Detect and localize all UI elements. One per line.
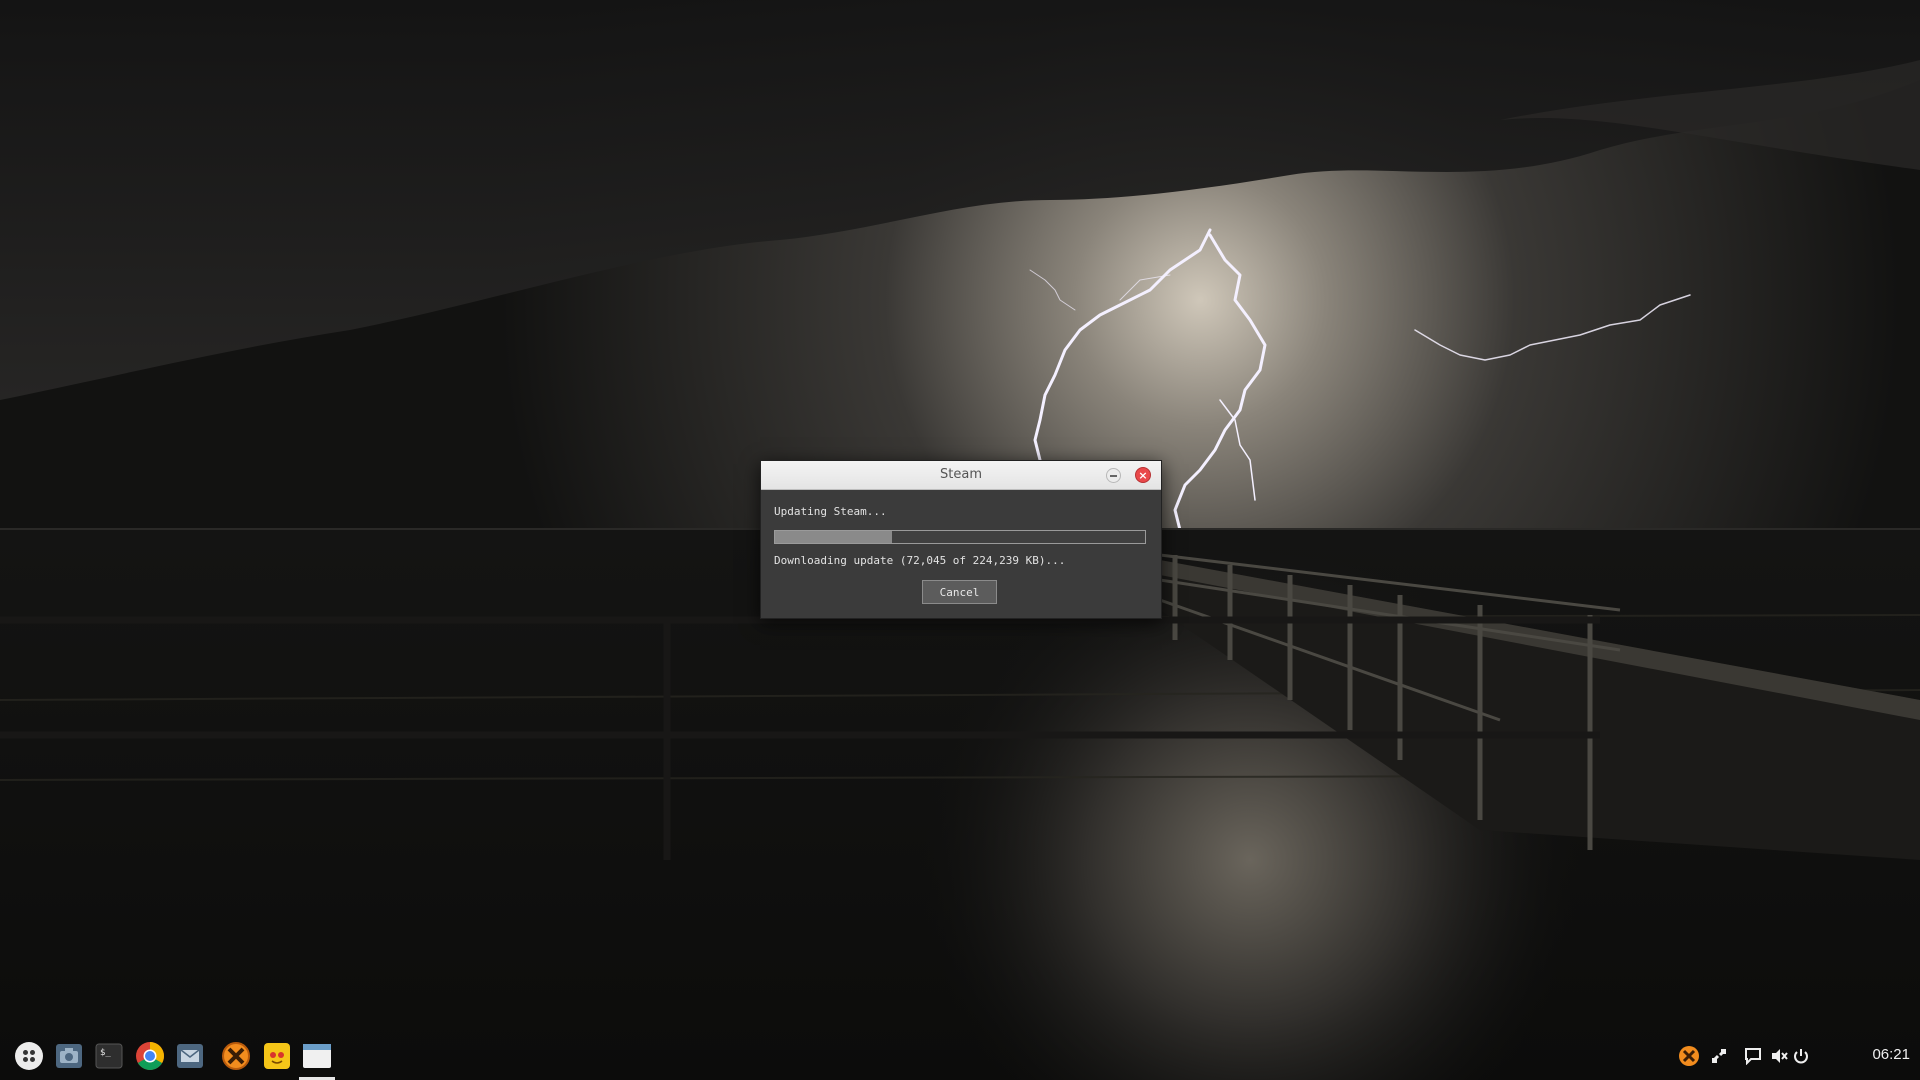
- network-icon: [1711, 1048, 1727, 1063]
- chrome-button[interactable]: [135, 1041, 165, 1071]
- desktop: Steam × Updating Steam... Downloading up…: [0, 0, 1920, 1080]
- cancel-button[interactable]: Cancel: [922, 580, 997, 604]
- launcher-icon: [15, 1042, 43, 1070]
- yellow-app-button[interactable]: [262, 1041, 292, 1071]
- status-text: Updating Steam...: [774, 505, 887, 518]
- progress-bar: [774, 530, 1146, 544]
- network-button[interactable]: [1708, 1045, 1730, 1067]
- power-button[interactable]: [1790, 1045, 1812, 1067]
- crossover-tray-button[interactable]: [1678, 1045, 1700, 1067]
- crossover-tray-icon: [1679, 1046, 1699, 1066]
- yellow-app-icon: [264, 1043, 290, 1069]
- dialog-titlebar[interactable]: Steam ×: [761, 461, 1161, 490]
- minimize-button[interactable]: [1106, 468, 1121, 483]
- mail-button[interactable]: [175, 1041, 205, 1071]
- camera-app-icon: [56, 1044, 82, 1068]
- close-icon: ×: [1138, 468, 1148, 482]
- steam-update-dialog: Steam × Updating Steam... Downloading up…: [760, 460, 1162, 619]
- close-button[interactable]: ×: [1135, 467, 1151, 483]
- mail-icon: [177, 1044, 203, 1068]
- progress-fill: [775, 531, 892, 543]
- terminal-icon: $_: [95, 1043, 123, 1069]
- volume-muted-icon: [1772, 1049, 1788, 1063]
- svg-text:$_: $_: [100, 1048, 111, 1058]
- chrome-icon: [136, 1042, 164, 1070]
- terminal-button[interactable]: $_: [94, 1041, 124, 1071]
- window-app-button[interactable]: [302, 1041, 332, 1071]
- launcher-button[interactable]: [14, 1041, 44, 1071]
- crossover-icon: [222, 1042, 250, 1070]
- minimize-icon: [1110, 474, 1117, 477]
- download-progress-text: Downloading update (72,045 of 224,239 KB…: [774, 554, 1066, 567]
- volume-button[interactable]: [1768, 1045, 1790, 1067]
- clock[interactable]: 06:21: [1872, 1046, 1910, 1063]
- crossover-button[interactable]: [221, 1041, 251, 1071]
- dialog-title: Steam: [940, 467, 982, 482]
- window-app-icon: [303, 1044, 331, 1068]
- power-icon: [1794, 1049, 1808, 1064]
- chat-icon: [1745, 1048, 1761, 1065]
- taskbar: $_ 06:21: [0, 1032, 1920, 1080]
- camera-app-button[interactable]: [54, 1041, 84, 1071]
- chat-button[interactable]: [1742, 1045, 1764, 1067]
